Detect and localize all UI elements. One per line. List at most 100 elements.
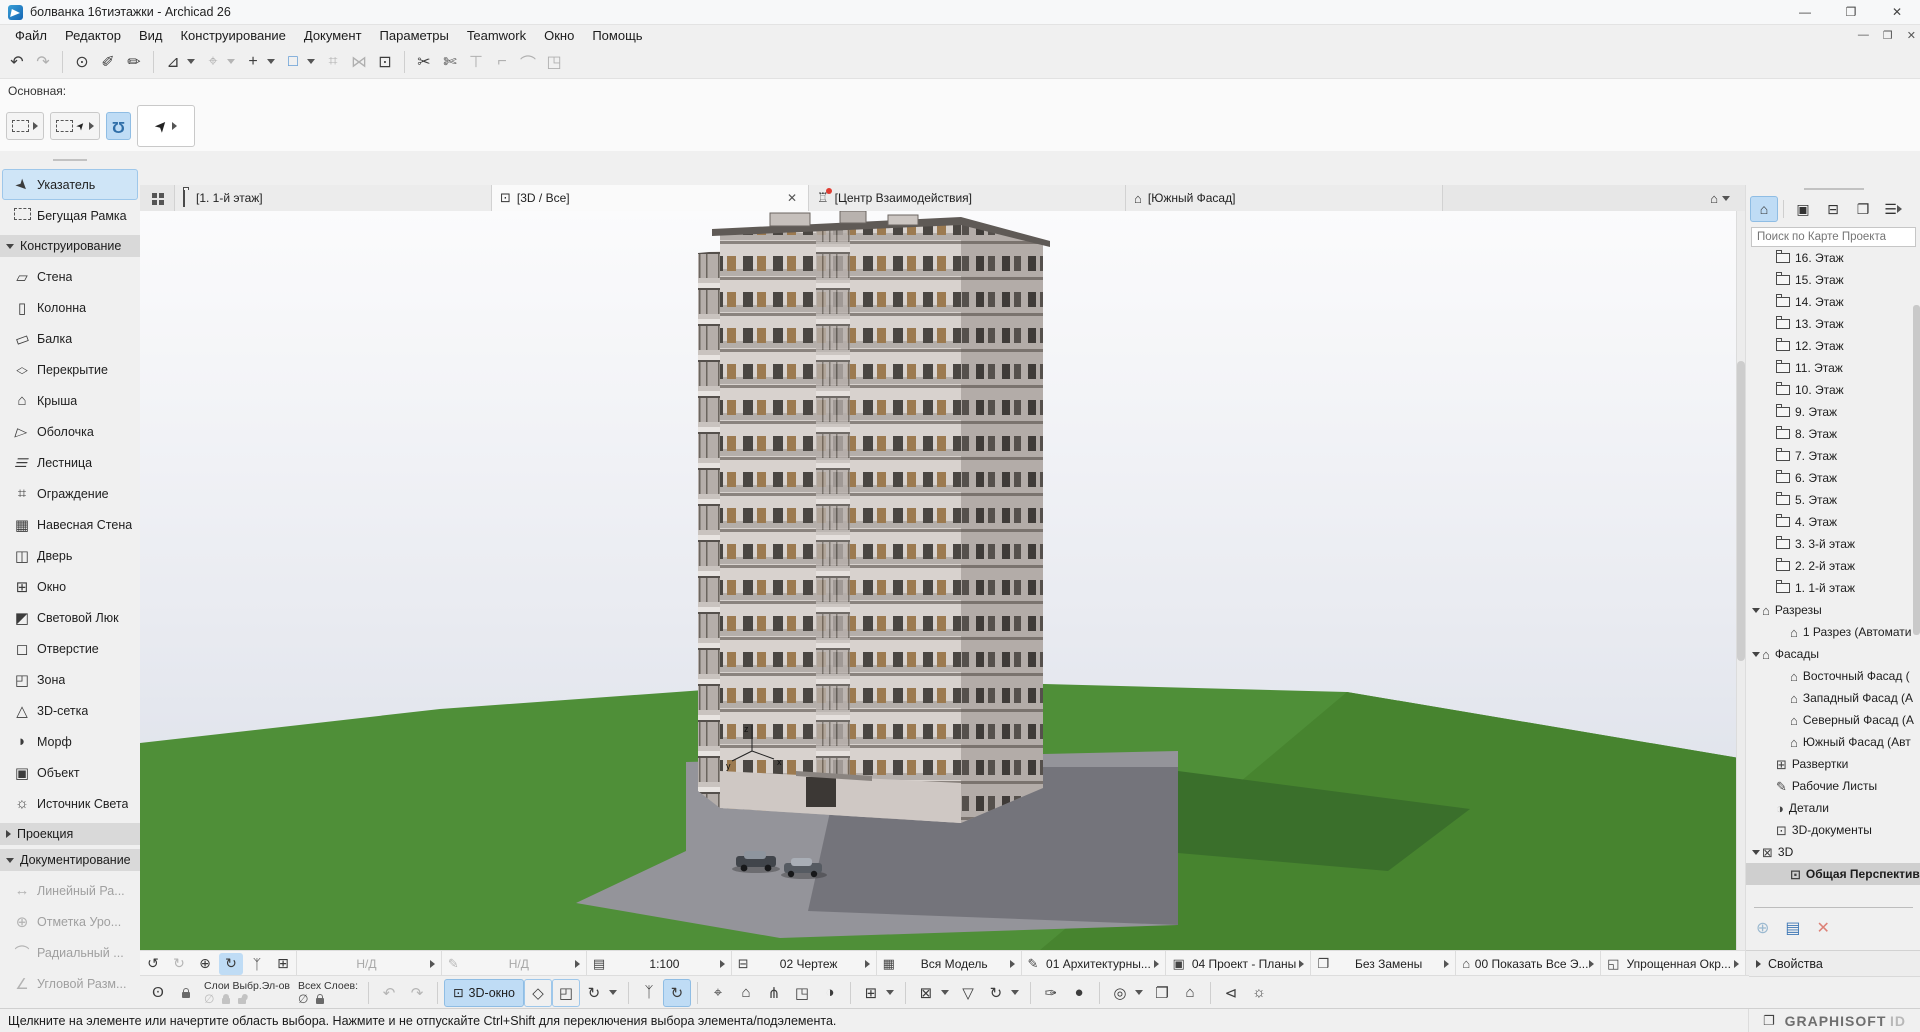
tree-item-21[interactable]: ⌂Северный Фасад (А — [1746, 709, 1920, 731]
tree-item-4[interactable]: 12. Этаж — [1746, 335, 1920, 357]
transform-icon[interactable]: ⊠ — [912, 979, 940, 1007]
projection-settings-icon[interactable]: ↻ — [580, 979, 608, 1007]
tree-item-20[interactable]: ⌂Западный Фасад (А — [1746, 687, 1920, 709]
section-projection[interactable]: Проекция — [0, 823, 140, 845]
dropdown-arrow-icon[interactable] — [1299, 960, 1304, 968]
dropdown-arrow-icon[interactable] — [430, 960, 435, 968]
intersect-icon[interactable]: ⌐ — [489, 49, 515, 75]
tree-item-22[interactable]: ⌂Южный Фасад (Авт — [1746, 731, 1920, 753]
tree-item-23[interactable]: ⊞Развертки — [1746, 753, 1920, 775]
tree-item-26[interactable]: ⊡3D-документы — [1746, 819, 1920, 841]
tool-window[interactable]: ⊞Окно — [2, 571, 138, 602]
lock-icon[interactable] — [222, 998, 230, 1004]
dropdown-arrow-icon[interactable] — [1010, 960, 1015, 968]
selection-method-button[interactable]: ➤ — [50, 112, 100, 140]
tool-morph[interactable]: ◗Морф — [2, 726, 138, 757]
tree-item-17[interactable]: ⌂1 Разрез (Автомати — [1746, 621, 1920, 643]
chevron-down-icon[interactable] — [1750, 850, 1762, 855]
tool-column[interactable]: ▯Колонна — [2, 292, 138, 323]
menu-item-7[interactable]: Окно — [535, 25, 583, 45]
tool-roof[interactable]: ⌂Крыша — [2, 385, 138, 416]
split-icon[interactable]: ✂ — [411, 49, 437, 75]
tool-skylight[interactable]: ◩Световой Люк — [2, 602, 138, 633]
tree-item-24[interactable]: ✎Рабочие Листы — [1746, 775, 1920, 797]
paint-drop-icon[interactable]: ● — [1065, 979, 1093, 1007]
arrow-tool-big-button[interactable]: ➤ — [137, 105, 195, 147]
minimize-button[interactable]: — — [1782, 0, 1828, 24]
trim-icon[interactable]: ⊤ — [463, 49, 489, 75]
unlock-icon[interactable] — [238, 998, 246, 1004]
coordinates-icon[interactable]: ⌖ — [200, 49, 226, 75]
restore-button[interactable]: ❐ — [1828, 0, 1874, 24]
tree-item-25[interactable]: ◑Детали — [1746, 797, 1920, 819]
tool-door[interactable]: ◫Дверь — [2, 540, 138, 571]
photo-render-icon[interactable]: ◎ — [1106, 979, 1134, 1007]
dropdown-arrow-icon[interactable] — [720, 960, 725, 968]
menu-item-8[interactable]: Помощь — [583, 25, 651, 45]
tree-item-2[interactable]: 14. Этаж — [1746, 291, 1920, 313]
tree-item-6[interactable]: 10. Этаж — [1746, 379, 1920, 401]
tree-scrollbar-thumb[interactable] — [1913, 305, 1920, 635]
dropdown-arrow-icon[interactable] — [1589, 960, 1594, 968]
dropdown-caret-icon[interactable] — [267, 59, 275, 64]
pick-up-parameters-icon[interactable]: ⊙ — [69, 49, 95, 75]
tool-dim-linear[interactable]: ↔Линейный Ра... — [2, 875, 138, 906]
tool-light[interactable]: ☼Источник Света — [2, 788, 138, 819]
tab-list-button[interactable]: ⌂ — [1700, 185, 1745, 211]
dropdown-arrow-icon[interactable] — [1734, 960, 1739, 968]
menu-item-5[interactable]: Параметры — [371, 25, 458, 45]
menu-item-6[interactable]: Teamwork — [458, 25, 535, 45]
properties-section-header[interactable]: Свойства — [1746, 950, 1920, 977]
dropdown-caret-icon[interactable] — [1135, 990, 1143, 995]
menu-item-3[interactable]: Конструирование — [171, 25, 294, 45]
doc-minimize-button[interactable]: — — [1858, 29, 1869, 42]
back-icon[interactable]: ↺ — [141, 953, 165, 975]
tab-1[interactable]: ⊡[3D / Все]✕ — [492, 185, 809, 211]
section-documentation[interactable]: Документирование — [0, 849, 140, 871]
tree-item-9[interactable]: 7. Этаж — [1746, 445, 1920, 467]
dimension-ruler-icon[interactable]: ⌗ — [320, 49, 346, 75]
tool-dim-angle[interactable]: ∠Угловой Разм... — [2, 968, 138, 999]
tree-item-1[interactable]: 15. Этаж — [1746, 269, 1920, 291]
tree-item-10[interactable]: 6. Этаж — [1746, 467, 1920, 489]
tool-object[interactable]: ▣Объект — [2, 757, 138, 788]
quick-dimension-style[interactable]: ▣04 Проект - Планы — [1165, 951, 1310, 976]
dropdown-caret-icon[interactable] — [886, 990, 894, 995]
tree-item-5[interactable]: 11. Этаж — [1746, 357, 1920, 379]
viewpoint-settings-button[interactable]: ▤ — [1785, 918, 1800, 938]
dropdown-caret-icon[interactable] — [227, 59, 235, 64]
paint-surface-icon[interactable]: ✑ — [1037, 979, 1065, 1007]
perspective-icon[interactable]: ◇ — [524, 979, 552, 1007]
guide-lines-icon[interactable]: ⊿ — [160, 49, 186, 75]
3d-window-button[interactable]: ⊡3D-окно — [444, 979, 524, 1007]
navigator-menu-icon[interactable]: ☰ — [1879, 196, 1907, 222]
tree-item-8[interactable]: 8. Этаж — [1746, 423, 1920, 445]
hidden-eye-icon[interactable]: ∅ — [204, 992, 214, 1006]
tool-stair[interactable]: ☰Лестница — [2, 447, 138, 478]
quick-pen[interactable]: ✎Н/Д — [441, 951, 586, 976]
quick-layers[interactable]: Н/Д — [296, 951, 441, 976]
tool-curtain-wall[interactable]: ▦Навесная Стена — [2, 509, 138, 540]
magnet-toggle-button[interactable]: Ω — [106, 112, 131, 140]
3d-cutting-planes-icon[interactable]: ⊞ — [857, 979, 885, 1007]
tool-beam[interactable]: ▭Балка — [2, 323, 138, 354]
quick-structure-display[interactable]: ▦Вся Модель — [876, 951, 1021, 976]
viewport-scrollbar[interactable] — [1736, 211, 1745, 950]
quick-layer-combination[interactable]: ⊟02 Чертеж — [731, 951, 876, 976]
tab-close-icon[interactable]: ✕ — [784, 191, 800, 205]
render-scene-icon[interactable]: ⌂ — [1176, 979, 1204, 1007]
tree-item-19[interactable]: ⌂Восточный Фасад ( — [1746, 665, 1920, 687]
tool-dim-radial[interactable]: ⌒Радиальный ... — [2, 937, 138, 968]
tool-dim-level[interactable]: ⊕Отметка Уро... — [2, 906, 138, 937]
tab-0[interactable]: [1. 1-й этаж] — [175, 185, 492, 211]
tree-item-28[interactable]: ⊡Общая Перспектив — [1746, 863, 1920, 885]
menu-item-2[interactable]: Вид — [130, 25, 172, 45]
sun-settings-icon[interactable]: ☼ — [1245, 979, 1273, 1007]
hidden-eye-icon[interactable]: ∅ — [298, 992, 308, 1006]
forward-icon[interactable]: ↻ — [167, 953, 191, 975]
tree-item-11[interactable]: 5. Этаж — [1746, 489, 1920, 511]
orbit-icon[interactable]: ↻ — [219, 953, 243, 975]
inject-all-parameters-icon[interactable]: ✏ — [121, 49, 147, 75]
add-viewpoint-button[interactable]: ⊕ — [1756, 918, 1769, 938]
viewport-scrollbar-thumb[interactable] — [1737, 361, 1745, 661]
